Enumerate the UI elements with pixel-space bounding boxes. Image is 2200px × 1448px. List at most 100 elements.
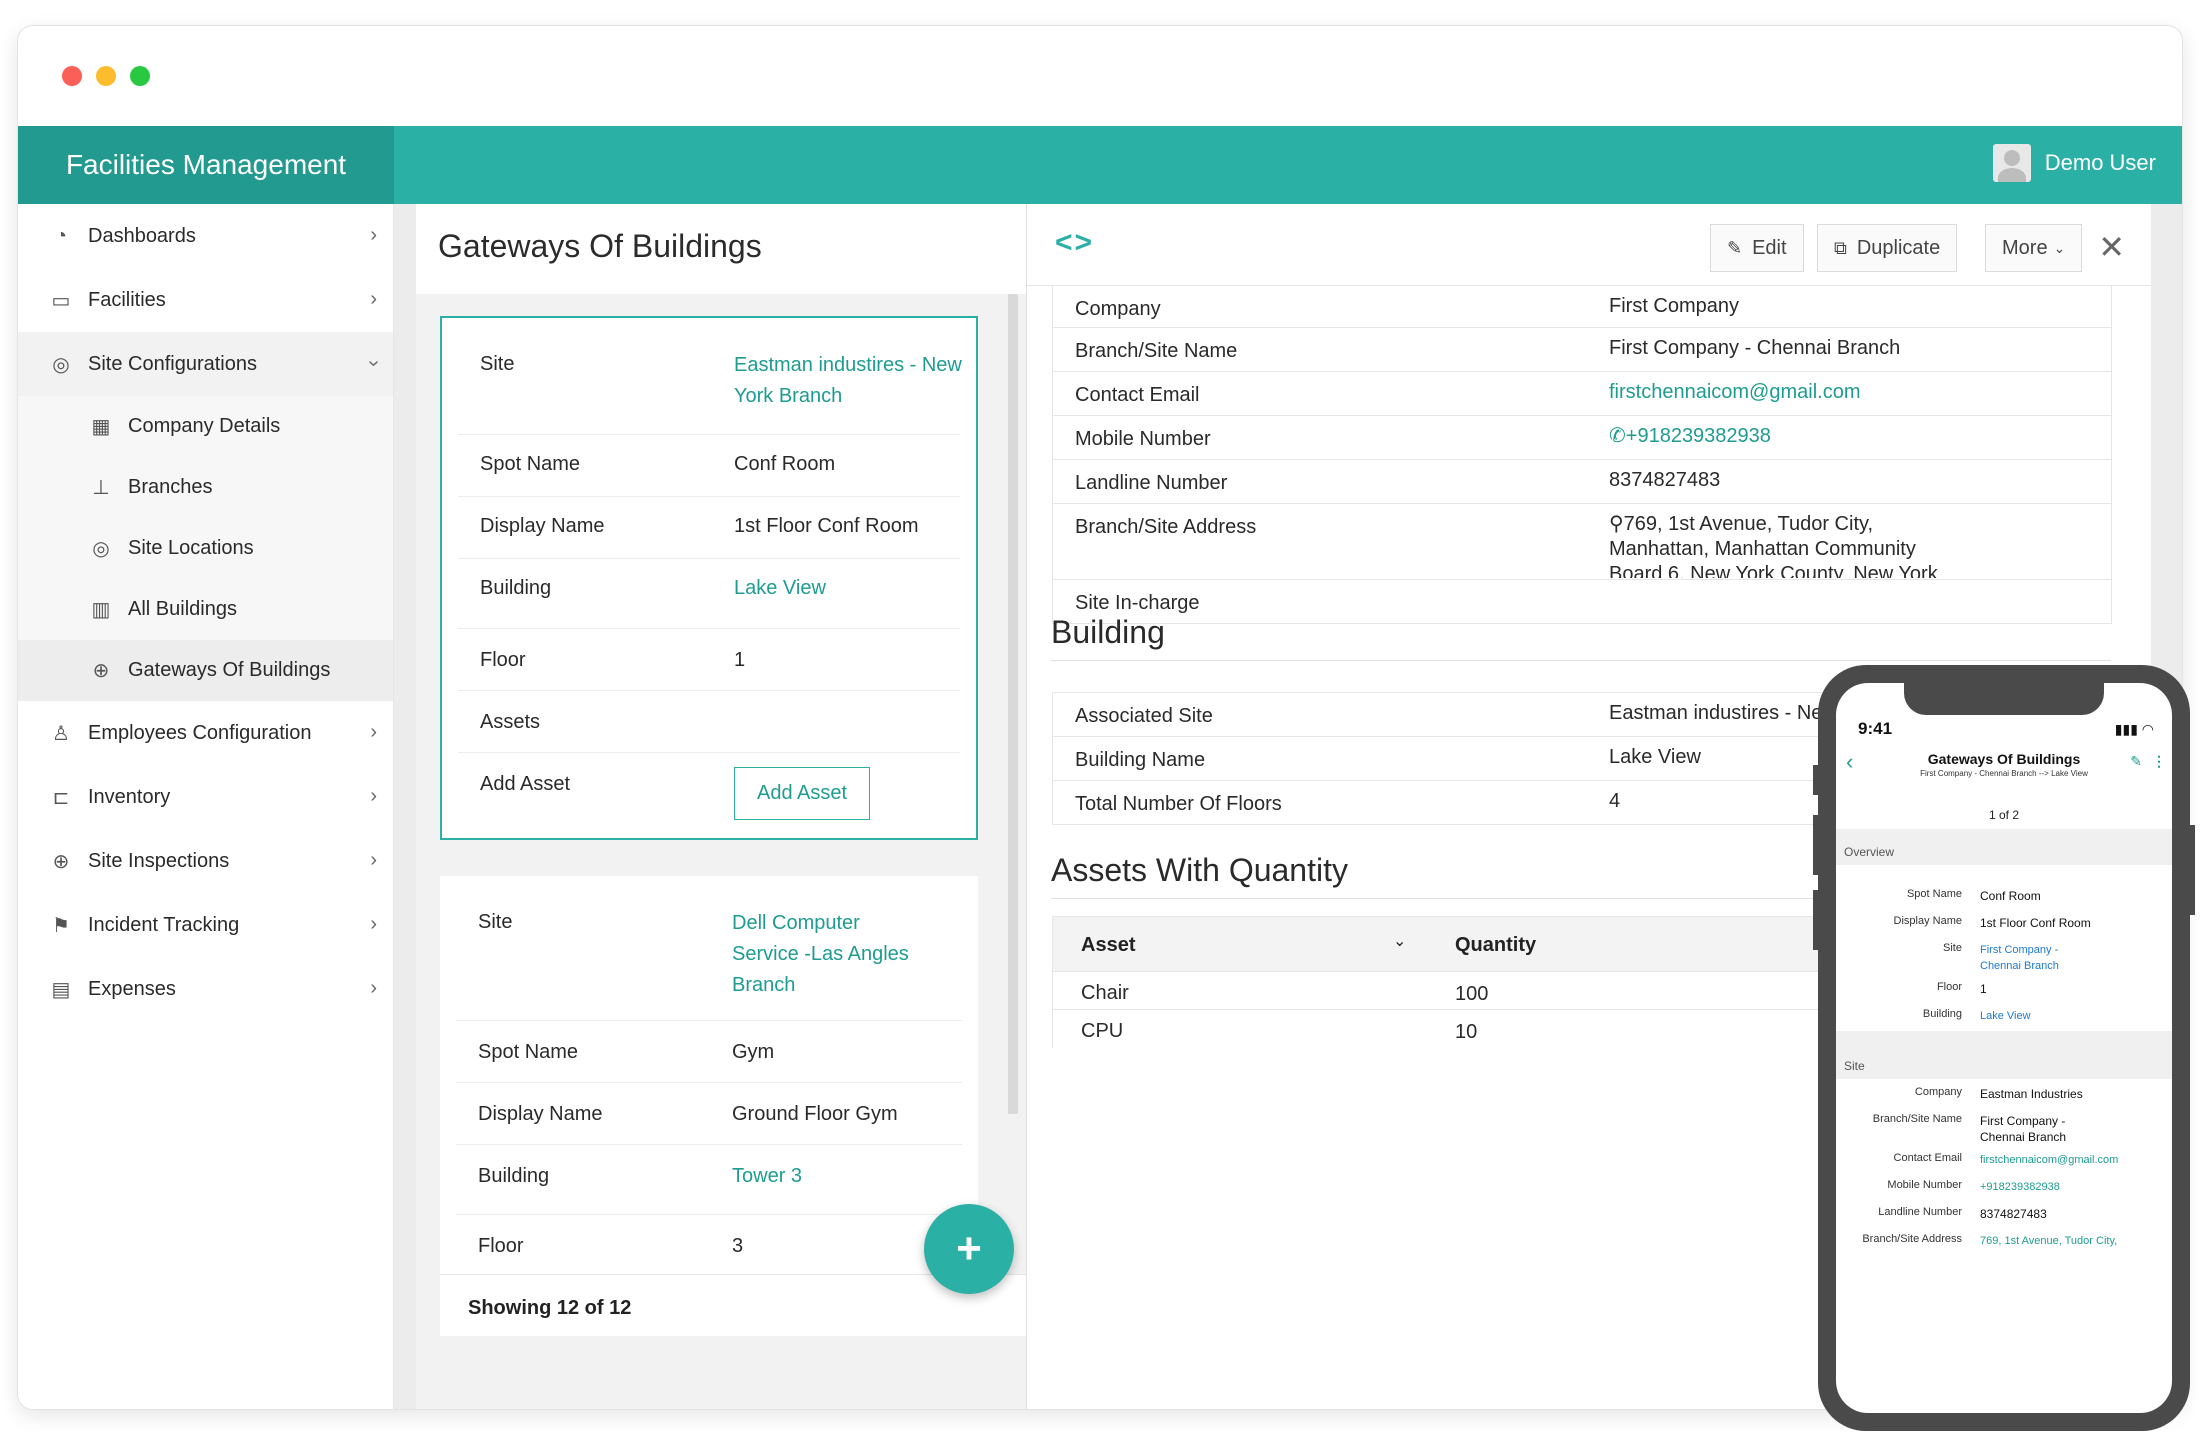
phone-link[interactable]: ✆+918239382938 [1609,424,2109,449]
app-title[interactable]: Facilities Management [18,126,394,204]
avatar [1992,144,2031,182]
field-label: Contact Email [1893,1152,1962,1164]
copy-icon: ⧉ [1834,237,1847,258]
asset-name: CPU [1081,1020,1124,1042]
sidebar-item-label: Facilities [88,288,166,311]
field-row: Assets [458,691,960,753]
phone-mockup: 9:41 ▮▮▮ ◠ ‹ Gateways Of Buildings First… [1813,665,2195,1431]
field-label: Branch/Site Name [1872,1113,1962,1125]
field-label: Landline Number [1878,1206,1962,1218]
more-vertical-icon[interactable]: ⋮ [2152,753,2166,770]
phone-side-button [1813,815,1819,875]
code-icon[interactable]: <> [1055,226,1094,260]
expenses-icon: ▤ [51,978,71,1001]
field-label: Site In-charge [1075,592,1200,614]
phone-icon: ✆ [1609,425,1626,447]
phone-side-button [1813,765,1819,795]
field-row: Floor 1 [458,629,960,691]
building-link[interactable]: Lake View [1980,1008,2170,1024]
sidebar-item-gateways-of-buildings[interactable]: ⊕ Gateways Of Buildings [18,640,393,701]
close-window-button[interactable] [62,66,82,86]
address-text: 769, 1st Avenue, Tudor City, Manhattan, … [1609,513,1938,578]
site-link[interactable]: Eastman industires - New York Branch [734,350,964,412]
site-config-icon: ◎ [52,353,70,376]
field-value: 1st Floor Conf Room [1980,916,2091,930]
sidebar-item-site-locations[interactable]: ◎ Site Locations [18,518,393,579]
phone-side-button [1813,890,1819,950]
field-value: 1 [734,649,746,671]
add-asset-button[interactable]: Add Asset [734,767,871,820]
list-item[interactable]: Site Eastman industires - New York Branc… [440,316,978,840]
minimize-window-button[interactable] [96,66,116,86]
email-link[interactable]: firstchennaicom@gmail.com [1980,1152,2170,1168]
sidebar-item-label: Incident Tracking [88,913,240,936]
sidebar-item-company-details[interactable]: ▦ Company Details [18,396,393,457]
sidebar-item-expenses[interactable]: ▤ Expenses › [18,957,393,1021]
sidebar-item-employees-configuration[interactable]: ♙ Employees Configuration › [18,701,393,765]
sidebar-item-site-configurations[interactable]: ◎ Site Configurations › [18,332,393,396]
detail-toolbar: <> ✎ Edit ⧉ Duplicate More ⌄ ✕ [1027,204,2151,286]
field-label: Floor [1936,981,1962,993]
email-link[interactable]: firstchennaicom@gmail.com [1609,380,2109,405]
more-label: More [2002,236,2048,259]
site-link[interactable]: Dell Computer Service -Las Angles Branch [732,908,932,1001]
field-label: Total Number Of Floors [1075,793,1282,815]
edit-button[interactable]: ✎ Edit [1710,224,1804,272]
sidebar-item-facilities[interactable]: ▭ Facilities › [18,268,393,332]
field-label: Mobile Number [1887,1179,1962,1191]
list-item[interactable]: Site Dell Computer Service -Las Angles B… [440,876,978,1296]
field-row: Floor 3 [456,1215,962,1277]
address-link[interactable]: 769, 1st Avenue, Tudor City, [1980,1233,2170,1249]
site-link[interactable]: First Company - Chennai Branch [1980,942,2100,974]
column-header-quantity[interactable]: Quantity [1455,934,1536,957]
sidebar-item-branches[interactable]: ⊥ Branches [18,457,393,518]
section-header: Overview [1836,829,2172,865]
user-name: Demo User [2044,150,2156,175]
detail-row: Mobile Number ✆+918239382938 [1053,416,2111,460]
detail-row: Contact Email firstchennaicom@gmail.com [1053,372,2111,416]
field-row: Spot Name Conf Room [458,435,960,497]
add-record-button[interactable]: + [924,1204,1014,1294]
window-titlebar [18,26,2182,126]
field-value: 1st Floor Conf Room [734,515,919,537]
field-label: Branch/Site Address [1075,516,1257,538]
sidebar-item-all-buildings[interactable]: ▥ All Buildings [18,579,393,640]
sidebar-item-incident-tracking[interactable]: ⚑ Incident Tracking › [18,893,393,957]
building-link[interactable]: Tower 3 [732,1161,962,1192]
column-header-asset[interactable]: Asset [1081,934,1135,957]
more-button[interactable]: More ⌄ [1985,224,2083,272]
phone-link[interactable]: +918239382938 [1980,1179,2170,1195]
list-footer: Showing 12 of 12 [440,1274,1026,1336]
chevron-right-icon: › [370,224,377,246]
field-label: Floor [480,649,526,671]
phone-side-button [2189,825,2195,915]
company-icon: ▦ [91,416,111,438]
sidebar-item-dashboards[interactable]: ◔ Dashboards › [18,204,393,268]
sidebar-item-inventory[interactable]: ⊏ Inventory › [18,765,393,829]
sidebar-item-label: Site Inspections [88,849,230,872]
field-label: Spot Name [1906,888,1962,900]
pencil-icon[interactable]: ✎ [2130,753,2142,770]
chevron-down-icon[interactable]: ⌄ [1393,931,1406,951]
pencil-icon: ✎ [1727,237,1743,258]
field-label: Building [1922,1008,1962,1020]
building-link[interactable]: Lake View [734,573,964,604]
phone-pagination: 1 of 2 [1988,808,2020,822]
field-label: Company [1914,1086,1962,1098]
phone-value: +918239382938 [1625,425,1771,447]
user-menu[interactable]: Demo User [1992,144,2156,182]
chevron-right-icon: › [370,977,377,999]
maximize-window-button[interactable] [130,66,150,86]
list-scrollbar[interactable] [1008,294,1018,1114]
sidebar-item-site-inspections[interactable]: ⊕ Site Inspections › [18,829,393,893]
detail-row: Branch/Site Address ⚲769, 1st Avenue, Tu… [1053,504,2111,580]
close-icon[interactable]: ✕ [2098,228,2125,266]
section-header: Site [1836,1031,2172,1079]
field-value: Ground Floor Gym [732,1103,898,1125]
edit-label: Edit [1752,236,1787,259]
address-value: ⚲769, 1st Avenue, Tudor City, Manhattan,… [1609,512,1969,578]
phone-time: 9:41 [1858,719,1893,738]
duplicate-button[interactable]: ⧉ Duplicate [1817,224,1958,272]
location-icon: ◎ [92,538,110,560]
phone-screen: 9:41 ▮▮▮ ◠ ‹ Gateways Of Buildings First… [1836,683,2172,1413]
